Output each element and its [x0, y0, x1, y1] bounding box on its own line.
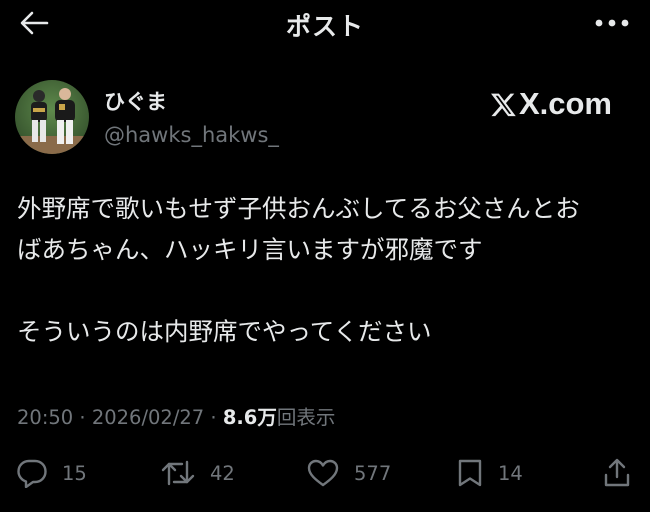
- page-title: ポスト: [285, 12, 364, 41]
- author-handle[interactable]: @hawks_hakws_: [104, 123, 279, 147]
- share-button[interactable]: [602, 449, 632, 497]
- like-count: 577: [354, 461, 392, 485]
- x-com-watermark: X.com: [490, 86, 612, 122]
- post-meta: 20:50 · 2026/02/27 · 8.6万回表示: [17, 401, 335, 430]
- bookmark-button[interactable]: 14: [456, 449, 523, 497]
- like-button[interactable]: 577: [306, 449, 391, 497]
- reply-count: 15: [62, 461, 87, 485]
- post-text-line: そういうのは内野席でやってください: [17, 317, 432, 346]
- reply-icon: [17, 459, 47, 488]
- x-logo-icon: [490, 93, 516, 116]
- heart-icon: [307, 459, 339, 487]
- views-label[interactable]: 回表示: [277, 406, 336, 429]
- repost-count: 42: [210, 461, 235, 485]
- post-text-line: ばあちゃん、ハッキリ言いますが邪魔です: [17, 235, 483, 264]
- more-options-button[interactable]: [590, 8, 634, 38]
- bookmark-icon: [458, 459, 482, 487]
- share-icon: [604, 458, 630, 487]
- post-time[interactable]: 20:50: [17, 406, 73, 429]
- repost-button[interactable]: 42: [160, 449, 235, 497]
- avatar-photo: [15, 80, 89, 154]
- more-horizontal-icon: [595, 19, 629, 27]
- meta-separator: ·: [210, 406, 217, 429]
- post-paragraph-gap: [17, 270, 642, 311]
- meta-separator: ·: [79, 406, 86, 429]
- avatar[interactable]: [15, 80, 89, 154]
- bookmark-count: 14: [498, 461, 523, 485]
- action-bar: 15 42 577 14: [0, 449, 650, 497]
- reply-button[interactable]: 15: [16, 449, 87, 497]
- post-date[interactable]: 2026/02/27: [92, 406, 204, 429]
- top-bar: ポスト: [0, 0, 650, 46]
- post-text: 外野席で歌いもせず子供おんぶしてるお父さんとお ばあちゃん、ハッキリ言いますが邪…: [17, 188, 642, 352]
- author-display-name[interactable]: ひぐま: [104, 86, 167, 116]
- watermark-text: X.com: [518, 86, 612, 121]
- repost-icon: [161, 460, 195, 486]
- post-text-line: 外野席で歌いもせず子供おんぶしてるお父さんとお: [17, 194, 580, 223]
- views-count[interactable]: 8.6万: [223, 406, 277, 429]
